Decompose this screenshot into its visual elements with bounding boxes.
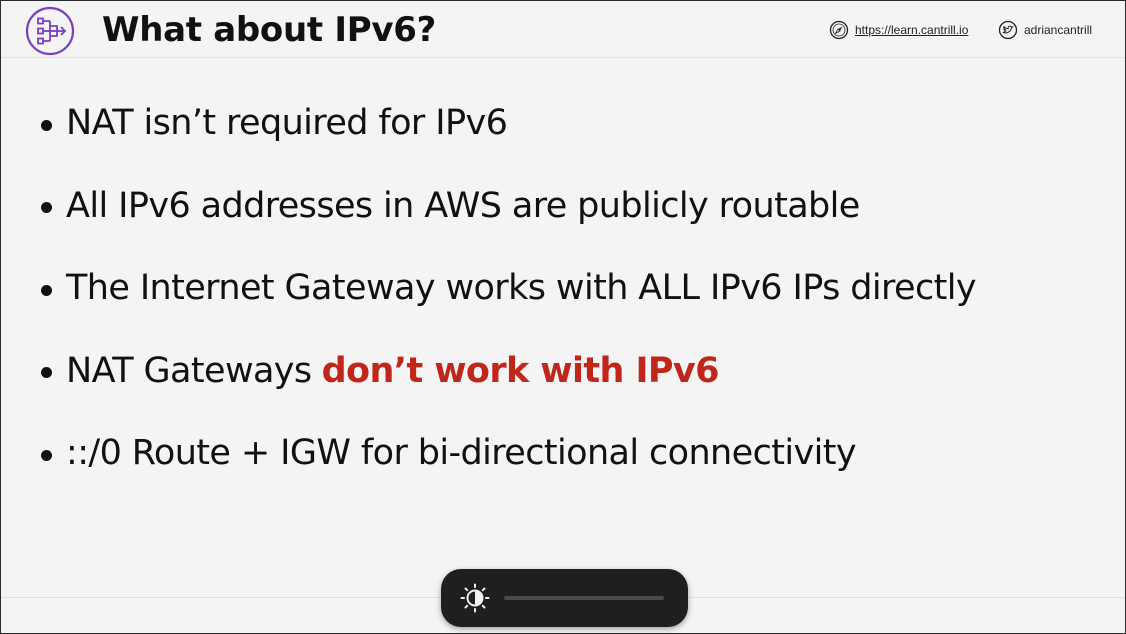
bullet-text: All IPv6 addresses in AWS are publicly r… [66,185,860,226]
bullet-dot [41,202,52,213]
slide-title: What about IPv6? [102,10,436,50]
bullet-emphasis-text: don’t work with IPv6 [321,350,720,391]
nat-gateway-icon [25,6,75,56]
bullet-dot [41,367,52,378]
brightness-slider-track[interactable] [504,596,664,600]
bullet-item: The Internet Gateway works with ALL IPv6… [41,258,977,318]
slide-frame: What about IPv6? https://learn.cantrill.… [0,0,1126,634]
bullet-item: NAT isn’t required for IPv6 [41,93,976,153]
bullet-item: NAT Gateways don’t work with IPv6 [41,341,976,401]
bullet-text: NAT isn’t required for IPv6 [66,103,508,143]
compass-icon [829,20,849,40]
bullet-text: ::/0 Route + IGW for bi-directional conn… [66,433,857,473]
slide-header: What about IPv6? https://learn.cantrill.… [1,1,1125,58]
bullet-dot [41,284,52,296]
brightness-icon [460,583,490,613]
bullet-text: The Internet Gateway works with ALL IPv6… [66,268,977,308]
bullet-item: ::/0 Route + IGW for bi-directional conn… [41,423,976,483]
brightness-overlay[interactable] [441,569,688,627]
course-site-link[interactable]: https://learn.cantrill.io [829,19,968,41]
bullet-dot [41,449,52,461]
bullet-text: NAT Gateways [66,350,312,391]
bullet-item: All IPv6 addresses in AWS are publicly r… [41,176,976,236]
twitter-icon [998,20,1018,40]
twitter-handle-text[interactable]: adriancantrill [1024,23,1092,37]
bullet-dot [41,119,52,131]
bullet-list: NAT isn’t required for IPv6 All IPv6 add… [41,93,977,506]
course-site-link-text[interactable]: https://learn.cantrill.io [855,23,968,37]
twitter-handle-link[interactable]: adriancantrill [998,19,1092,41]
